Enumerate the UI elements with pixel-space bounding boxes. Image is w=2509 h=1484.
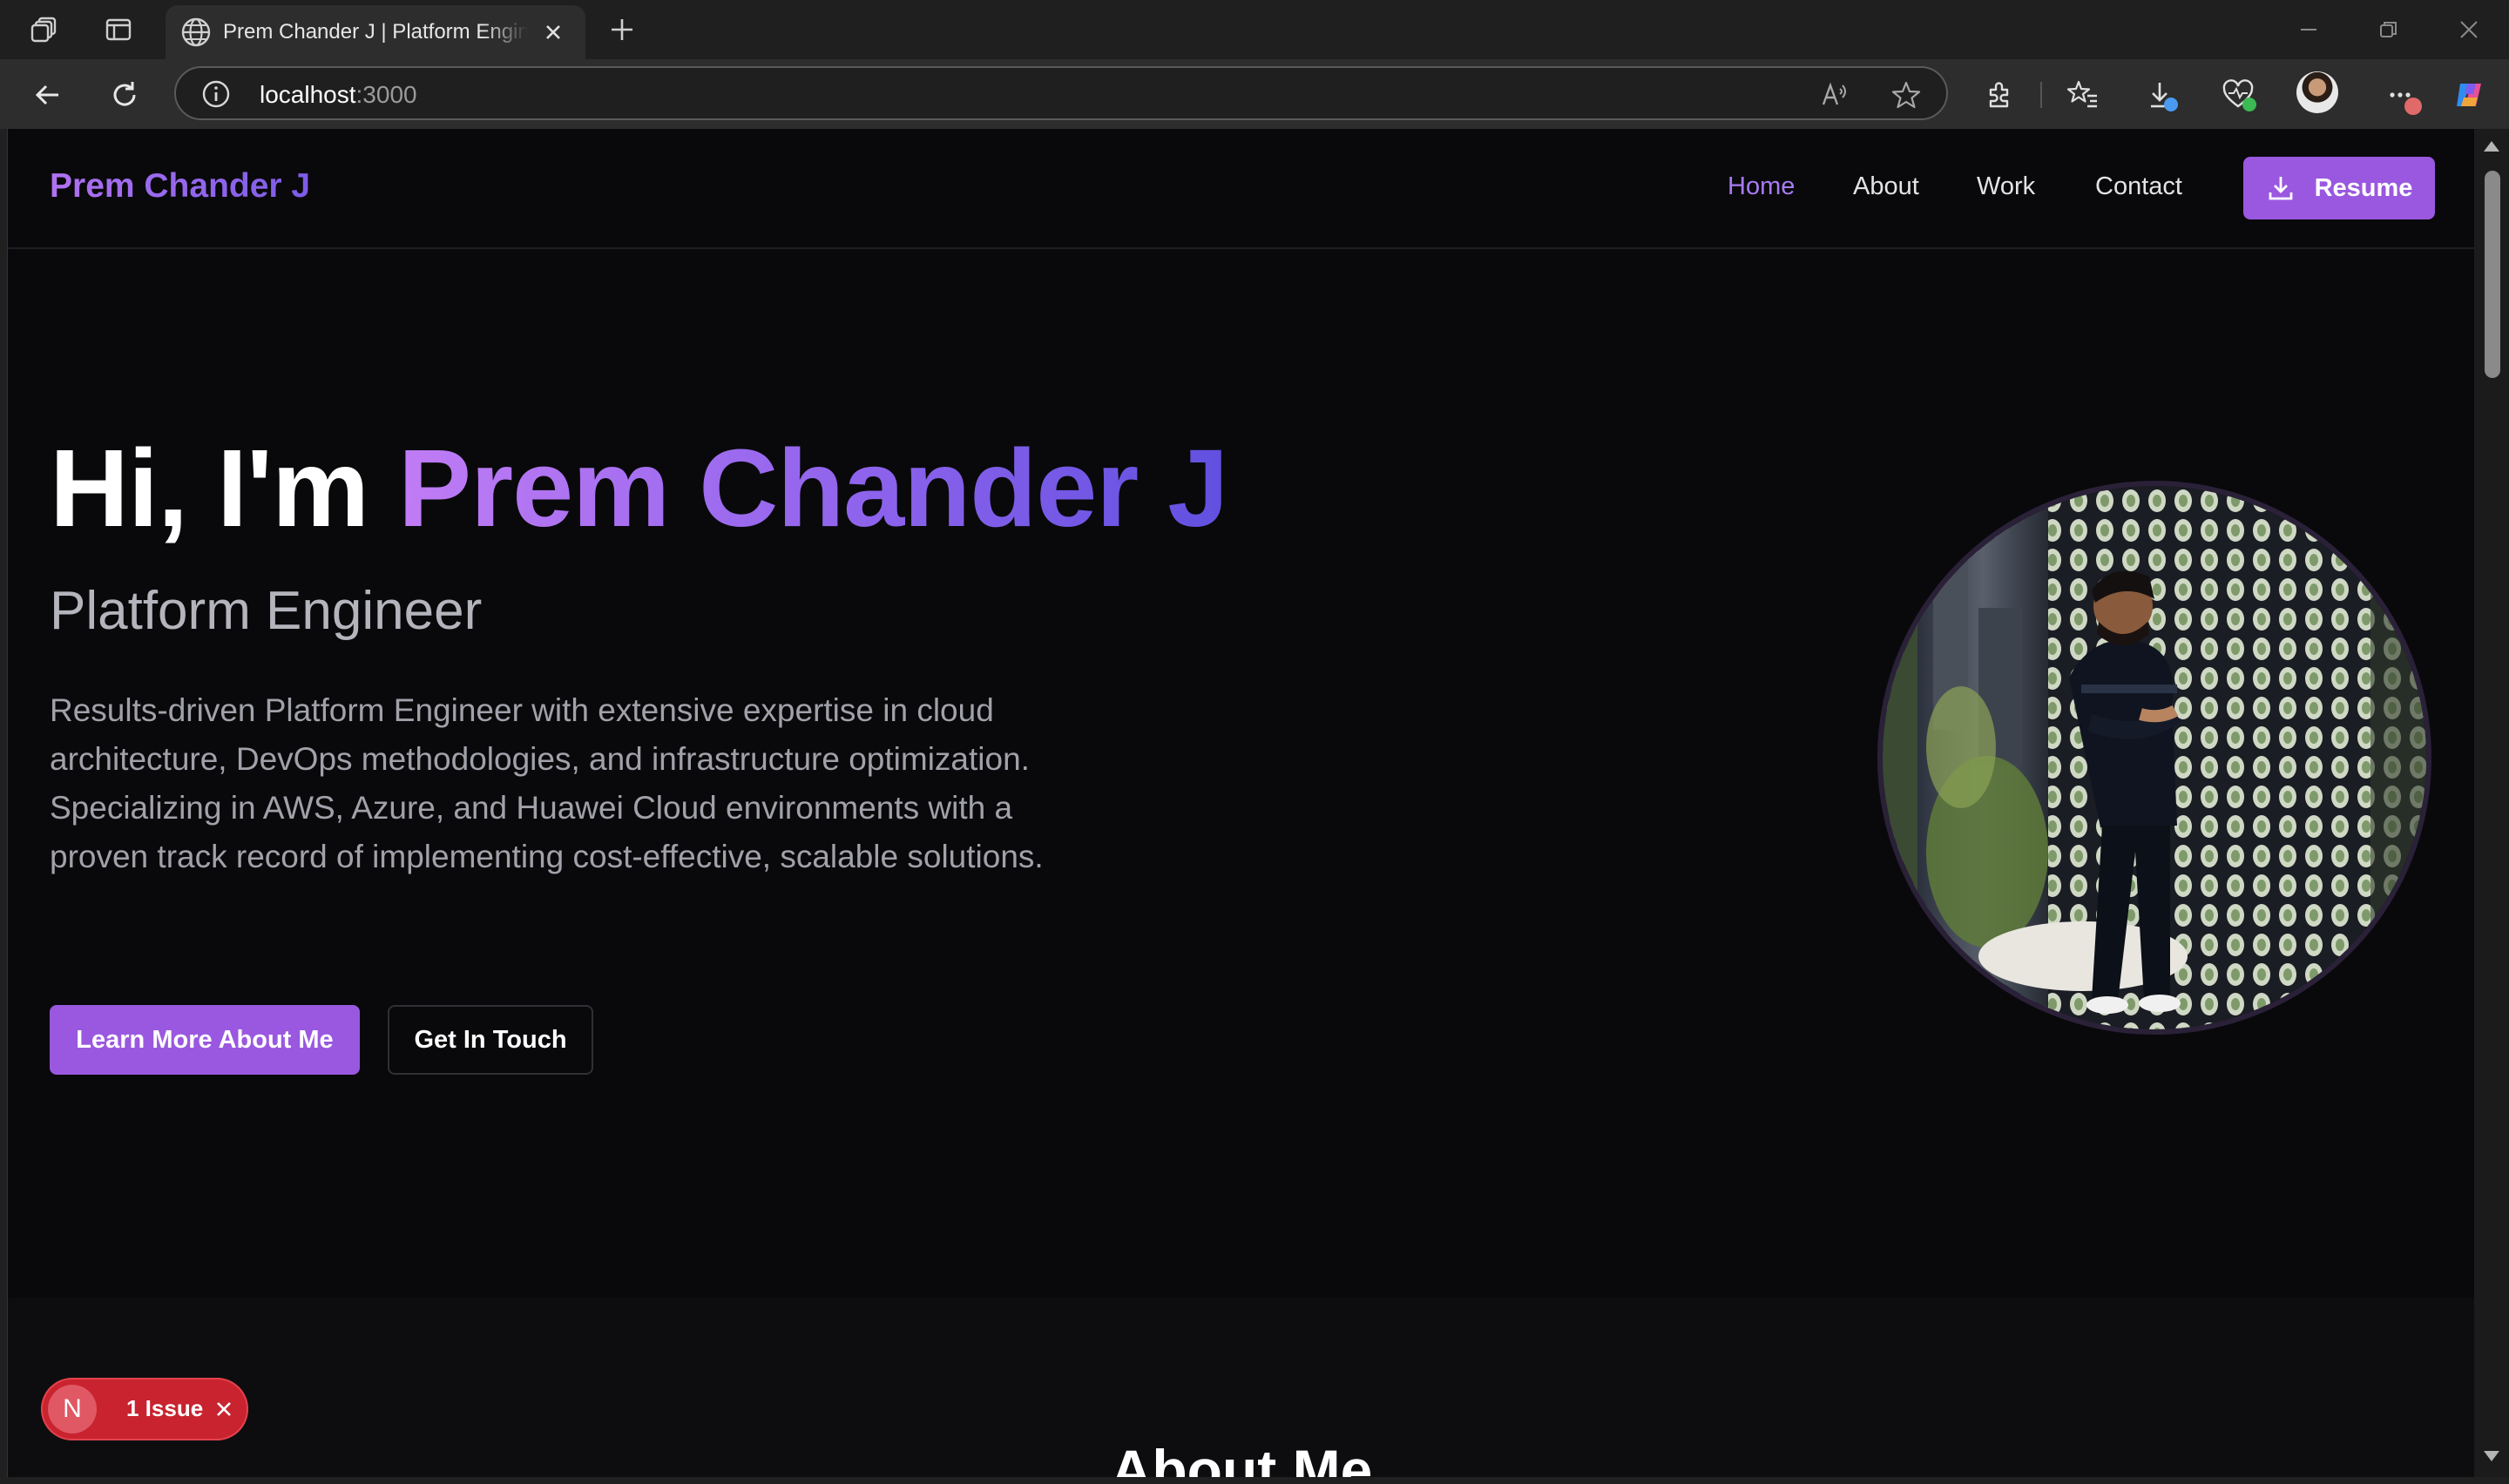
issues-count-label: 1 Issue	[126, 1395, 204, 1421]
url-port: :3000	[355, 81, 417, 108]
refresh-icon[interactable]	[105, 75, 145, 115]
site-navbar: Prem Chander J Home About Work Contact R…	[8, 129, 2475, 249]
hero-greeting: Hi, I'm	[50, 427, 399, 550]
nav-link-about[interactable]: About	[1853, 172, 1919, 201]
profile-photo	[1877, 481, 2431, 1035]
browser-toolbar: localhost:3000	[0, 59, 2509, 129]
resume-label: Resume	[2314, 173, 2413, 202]
profile-avatar[interactable]	[2296, 71, 2338, 113]
nextjs-issues-badge[interactable]: N 1 Issue	[41, 1378, 248, 1440]
nextjs-logo-icon: N	[48, 1385, 97, 1433]
download-icon	[2269, 177, 2292, 200]
nav-link-work[interactable]: Work	[1977, 172, 2035, 201]
hero-heading: Hi, I'm Prem Chander J	[50, 425, 1228, 551]
browser-tab-bar: Prem Chander J | Platform Engineer	[0, 0, 2509, 59]
new-tab-icon[interactable]	[603, 12, 641, 47]
minimize-icon[interactable]	[2282, 9, 2335, 51]
get-in-touch-button[interactable]: Get In Touch	[388, 1005, 593, 1075]
nav-link-home[interactable]: Home	[1728, 172, 1795, 201]
globe-icon	[179, 16, 213, 49]
scroll-down-arrow-icon[interactable]	[2484, 1451, 2499, 1461]
read-aloud-icon[interactable]	[1817, 78, 1852, 112]
address-bar[interactable]: localhost:3000	[174, 66, 1948, 120]
favorites-icon[interactable]	[2063, 75, 2103, 115]
dismiss-issues-icon[interactable]	[210, 1395, 238, 1423]
site-brand[interactable]: Prem Chander J	[50, 167, 310, 206]
workspaces-icon[interactable]	[28, 12, 63, 47]
page-scrollbar[interactable]	[2474, 129, 2509, 1477]
scrollbar-thumb[interactable]	[2485, 171, 2500, 378]
restore-icon[interactable]	[2363, 9, 2415, 51]
copilot-icon[interactable]	[2450, 75, 2490, 115]
hero-role: Platform Engineer	[50, 581, 483, 641]
close-window-icon[interactable]	[2443, 9, 2495, 51]
page-viewport: Prem Chander J Home About Work Contact R…	[7, 129, 2475, 1477]
notification-badge	[2404, 98, 2422, 115]
extensions-icon[interactable]	[1979, 75, 2019, 115]
download-badge	[2164, 98, 2178, 111]
essentials-badge	[2242, 98, 2256, 111]
url-host: localhost	[260, 81, 356, 108]
tab-actions-icon[interactable]	[101, 12, 136, 47]
toolbar-divider	[2040, 82, 2042, 108]
nav-link-contact[interactable]: Contact	[2095, 172, 2182, 201]
url-text: localhost:3000	[260, 81, 417, 109]
about-title: About Me	[1110, 1438, 1373, 1477]
learn-more-button[interactable]: Learn More About Me	[50, 1005, 360, 1075]
close-tab-icon[interactable]	[538, 17, 568, 47]
favorite-star-icon[interactable]	[1889, 78, 1924, 112]
scroll-up-arrow-icon[interactable]	[2484, 141, 2499, 152]
hero-name: Prem Chander J	[398, 427, 1228, 550]
back-icon[interactable]	[28, 75, 68, 115]
tab-title: Prem Chander J | Platform Engineer	[223, 20, 528, 44]
browser-essentials-icon[interactable]	[2218, 75, 2258, 115]
resume-button[interactable]: Resume	[2243, 157, 2435, 219]
more-options-icon[interactable]	[2382, 75, 2422, 115]
site-info-icon[interactable]	[200, 78, 232, 110]
browser-tab-active[interactable]: Prem Chander J | Platform Engineer	[166, 5, 585, 59]
downloads-icon[interactable]	[2141, 75, 2181, 115]
hero-description: Results-driven Platform Engineer with ex…	[50, 692, 1044, 874]
